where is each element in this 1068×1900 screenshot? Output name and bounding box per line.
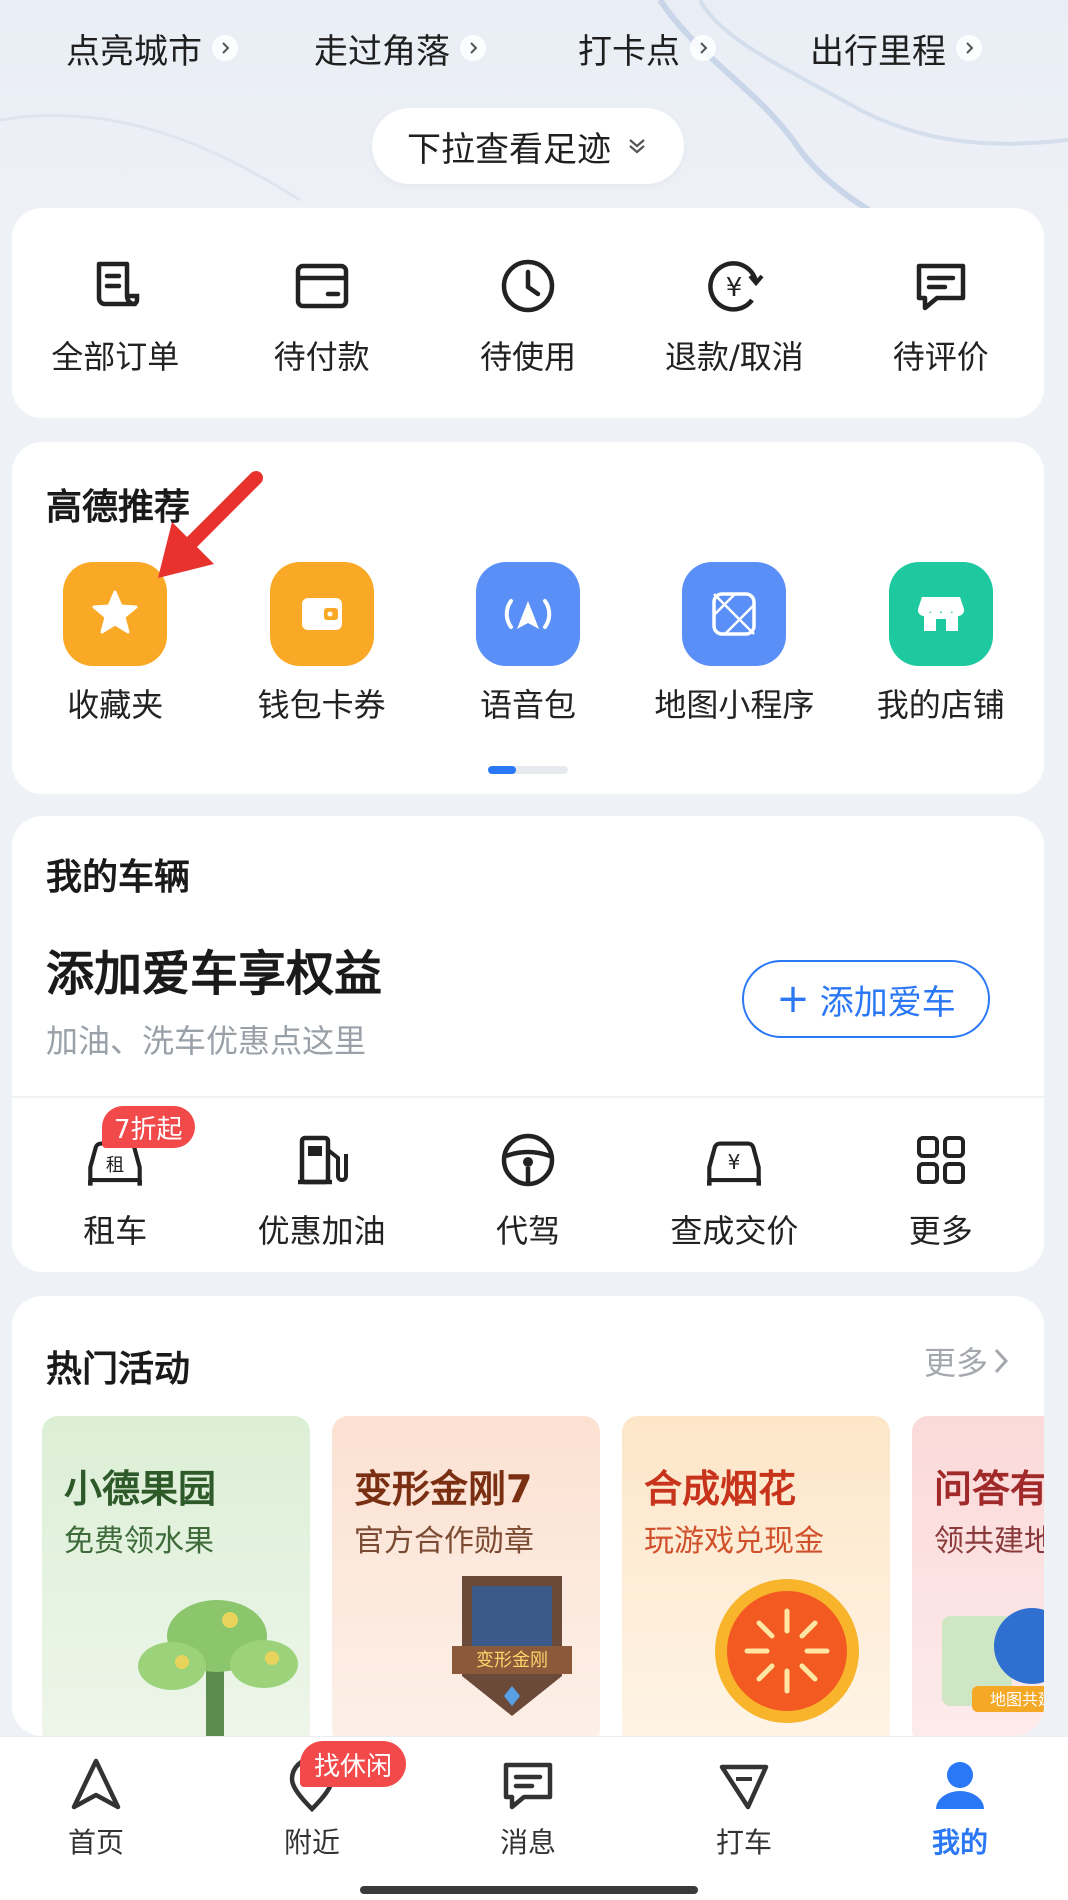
home-indicator [360, 1886, 698, 1894]
refund-yen-icon: ¥ [702, 254, 766, 318]
recommend-voice-pack[interactable]: 语音包 [425, 562, 631, 726]
chevron-right-icon [994, 1348, 1009, 1374]
nav-home[interactable]: 首页 [26, 1755, 166, 1861]
order-pending-payment[interactable]: 待付款 [218, 254, 424, 378]
page-indicator [488, 766, 568, 774]
message-icon [503, 1762, 553, 1810]
vehicle-title: 我的车辆 [46, 857, 191, 898]
orders-card: 全部订单 待付款 待使用 ¥ 退款/取消 待评价 [12, 208, 1044, 418]
steering-wheel-icon [496, 1128, 560, 1192]
fuel-pump-icon [290, 1128, 354, 1192]
activities-more-link[interactable]: 更多 [924, 1338, 1014, 1384]
order-all[interactable]: 全部订单 [12, 254, 218, 378]
service-fuel-discount[interactable]: 优惠加油 [218, 1128, 424, 1252]
voice-navigation-icon [475, 562, 580, 666]
stat-checkins[interactable]: 打卡点 [578, 18, 716, 78]
medal-illustration: 变形金刚 [452, 1576, 572, 1716]
more-grid-icon [909, 1128, 973, 1192]
service-designated-driver[interactable]: 代驾 [425, 1128, 631, 1252]
recommend-my-store[interactable]: 我的店铺 [838, 562, 1044, 726]
activities-title: 热门活动 [46, 1349, 191, 1390]
chevron-right-icon [460, 35, 486, 61]
vehicle-headline: 添加爱车享权益 [46, 946, 383, 1002]
svg-text:租: 租 [106, 1155, 124, 1176]
svg-text:地图共建: 地图共建 [990, 1690, 1044, 1709]
svg-text:变形金刚: 变形金刚 [476, 1650, 548, 1671]
footprint-stats: 点亮城市 走过角落 打卡点 出行里程 [0, 18, 1068, 78]
nav-taxi[interactable]: 打车 [674, 1755, 814, 1861]
map-mascot-illustration: 地图共建 [942, 1608, 1044, 1712]
order-list-icon [83, 254, 147, 318]
add-car-button[interactable]: + 添加爱车 [742, 960, 990, 1038]
activity-tile-qa[interactable]: 问答有 领共建地 地图共建 [912, 1416, 1044, 1736]
stat-lit-cities[interactable]: 点亮城市 [66, 18, 238, 78]
order-to-use[interactable]: 待使用 [425, 254, 631, 378]
svg-text:¥: ¥ [728, 1150, 741, 1174]
activity-tile-orchard[interactable]: 小德果园 免费领水果 [42, 1416, 310, 1736]
bottom-navigation: 首页 附近 消息 打车 我的 找休闲 [0, 1736, 1068, 1900]
chevron-double-down-icon [629, 139, 645, 154]
service-more[interactable]: 更多 [838, 1128, 1044, 1252]
tree-illustration [138, 1600, 298, 1736]
wallet-card-icon [290, 254, 354, 318]
store-icon [888, 562, 993, 666]
activities-card: 热门活动 更多 小德果园 免费领水果 变形金刚7 官方合作勋章 变形金刚 合成烟… [12, 1296, 1044, 1736]
profile-icon [936, 1762, 984, 1809]
order-refund[interactable]: ¥ 退款/取消 [631, 254, 837, 378]
nav-messages[interactable]: 消息 [458, 1755, 598, 1861]
nearby-badge: 找休闲 [300, 1741, 407, 1787]
pull-down-footprint-button[interactable]: 下拉查看足迹 [372, 108, 684, 184]
comment-icon [909, 254, 973, 318]
nav-profile[interactable]: 我的 [890, 1755, 1030, 1861]
chevron-right-icon [956, 35, 982, 61]
stat-mileage[interactable]: 出行里程 [810, 18, 982, 78]
firework-coin-illustration [715, 1579, 859, 1723]
recommend-mini-programs[interactable]: 地图小程序 [631, 562, 837, 726]
plus-icon: + [776, 976, 810, 1022]
activity-carousel: 小德果园 免费领水果 变形金刚7 官方合作勋章 变形金刚 合成烟花 玩游戏兑现金… [42, 1416, 1044, 1736]
wallet-icon [269, 562, 374, 666]
chevron-right-icon [212, 35, 238, 61]
vehicle-subtitle: 加油、洗车优惠点这里 [46, 1022, 367, 1060]
order-to-review[interactable]: 待评价 [838, 254, 1044, 378]
divider [12, 1096, 1044, 1098]
red-arrow-annotation [158, 471, 263, 578]
clock-icon [496, 254, 560, 318]
mini-program-icon [682, 562, 787, 666]
car-price-icon: ¥ [702, 1128, 766, 1192]
stat-corners[interactable]: 走过角落 [314, 18, 486, 78]
activity-tile-transformers[interactable]: 变形金刚7 官方合作勋章 变形金刚 [332, 1416, 600, 1736]
taxi-icon [719, 1764, 769, 1810]
navigation-arrow-icon [71, 1758, 121, 1810]
discount-badge: 7折起 [102, 1106, 195, 1148]
activity-tile-fireworks[interactable]: 合成烟花 玩游戏兑现金 [622, 1416, 890, 1736]
chevron-right-icon [690, 35, 716, 61]
svg-text:¥: ¥ [726, 273, 743, 303]
vehicle-card: 我的车辆 添加爱车享权益 加油、洗车优惠点这里 + 添加爱车 租 租车 优惠加油… [12, 816, 1044, 1272]
service-car-price[interactable]: ¥ 查成交价 [631, 1128, 837, 1252]
